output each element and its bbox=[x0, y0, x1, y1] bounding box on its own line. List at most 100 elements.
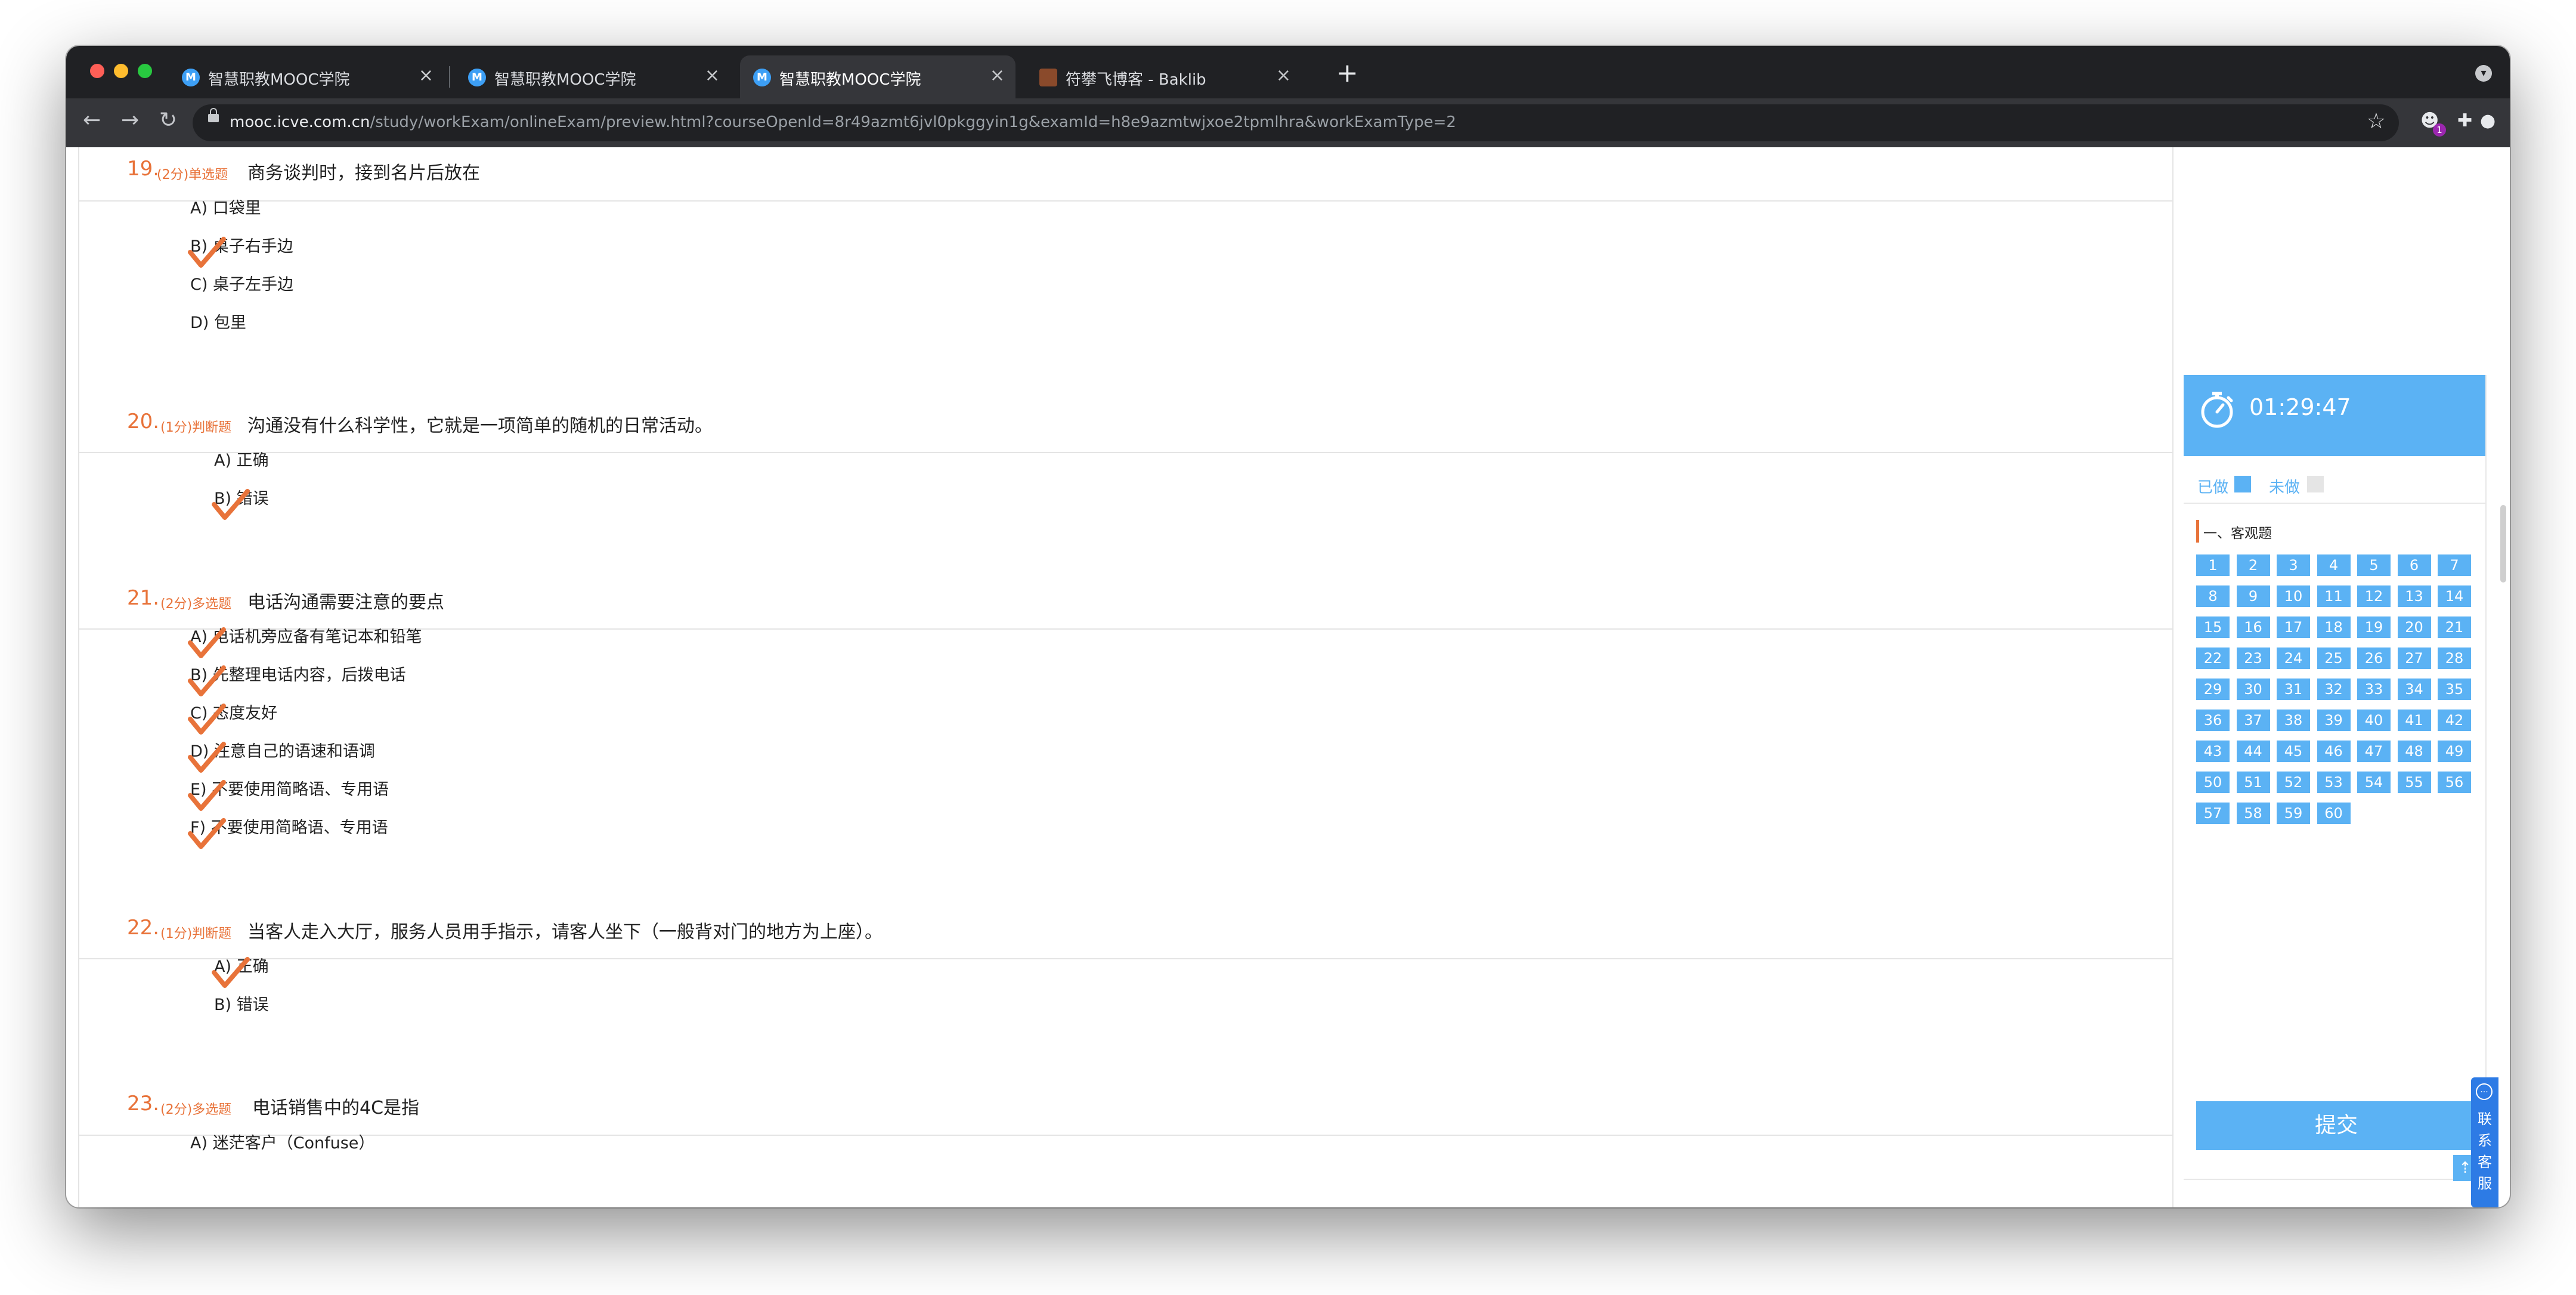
question-jump-button[interactable]: 34 bbox=[2397, 679, 2431, 700]
question-jump-button[interactable]: 57 bbox=[2196, 803, 2230, 824]
browser-tab[interactable]: M 智慧职教MOOC学院 × bbox=[455, 55, 730, 98]
question-jump-button[interactable]: 43 bbox=[2196, 741, 2230, 762]
question-jump-button[interactable]: 56 bbox=[2438, 772, 2471, 793]
question-jump-button[interactable]: 53 bbox=[2317, 772, 2351, 793]
question-jump-button[interactable]: 48 bbox=[2397, 741, 2431, 762]
reload-icon[interactable]: ↻ bbox=[159, 108, 177, 132]
close-tab-icon[interactable]: × bbox=[419, 65, 434, 86]
question-jump-button[interactable]: 54 bbox=[2357, 772, 2391, 793]
question-jump-button[interactable]: 39 bbox=[2317, 710, 2351, 731]
answer-option[interactable]: A) 口袋里 bbox=[190, 195, 261, 218]
question-type: 判断题 bbox=[192, 927, 232, 941]
question-jump-button[interactable]: 26 bbox=[2357, 648, 2391, 669]
back-arrow-icon[interactable]: ← bbox=[83, 108, 101, 132]
question-jump-button[interactable]: 5 bbox=[2357, 554, 2391, 576]
question-jump-button[interactable]: 55 bbox=[2397, 772, 2431, 793]
zoom-window-button[interactable] bbox=[138, 64, 152, 78]
question-jump-button[interactable]: 59 bbox=[2277, 803, 2310, 824]
question-jump-button[interactable]: 19 bbox=[2357, 616, 2391, 638]
puzzle-extensions-icon[interactable]: ✚ bbox=[2457, 110, 2472, 131]
question-jump-button[interactable]: 44 bbox=[2236, 741, 2270, 762]
question-jump-button[interactable]: 1 bbox=[2196, 554, 2230, 576]
bookmark-star-icon[interactable]: ☆ bbox=[2367, 109, 2386, 134]
question-jump-button[interactable]: 18 bbox=[2317, 616, 2351, 638]
answer-option[interactable]: B) 错误 bbox=[214, 992, 269, 1015]
answer-option[interactable]: D) 包里 bbox=[190, 309, 246, 333]
close-window-button[interactable] bbox=[90, 64, 104, 78]
question-meta: (2分)多选题 bbox=[160, 1099, 231, 1118]
question-jump-button[interactable]: 16 bbox=[2236, 616, 2270, 638]
question-number: 23. bbox=[127, 1092, 160, 1116]
browser-tab[interactable]: 符攀飞博客 - Baklib × bbox=[1026, 55, 1302, 98]
close-tab-icon[interactable]: × bbox=[705, 65, 720, 86]
url-text[interactable]: mooc.icve.com.cn/study/workExam/onlineEx… bbox=[230, 113, 1456, 131]
browser-tab[interactable]: M 智慧职教MOOC学院 × bbox=[740, 55, 1015, 98]
close-tab-icon[interactable]: × bbox=[1276, 65, 1291, 86]
question-jump-button[interactable]: 42 bbox=[2438, 710, 2471, 731]
question-jump-button[interactable]: 41 bbox=[2397, 710, 2431, 731]
question-jump-button[interactable]: 10 bbox=[2277, 585, 2310, 607]
question-jump-button[interactable]: 51 bbox=[2236, 772, 2270, 793]
question-jump-button[interactable]: 36 bbox=[2196, 710, 2230, 731]
question-jump-button[interactable]: 17 bbox=[2277, 616, 2310, 638]
customer-service-tab[interactable]: ··· 联系客服 bbox=[2471, 1077, 2498, 1207]
question-jump-button[interactable]: 25 bbox=[2317, 648, 2351, 669]
question-jump-button[interactable]: 7 bbox=[2438, 554, 2471, 576]
question-jump-button[interactable]: 50 bbox=[2196, 772, 2230, 793]
question-jump-button[interactable]: 45 bbox=[2277, 741, 2310, 762]
answer-option[interactable]: A) 迷茫客户（Confuse） bbox=[190, 1130, 374, 1153]
question-meta: (2分)单选题 bbox=[157, 164, 228, 183]
question-jump-button[interactable]: 27 bbox=[2397, 648, 2431, 669]
close-tab-icon[interactable]: × bbox=[990, 65, 1005, 86]
question-jump-button[interactable]: 6 bbox=[2397, 554, 2431, 576]
browser-tab[interactable]: M 智慧职教MOOC学院 × bbox=[169, 55, 444, 98]
question-number: 20. bbox=[127, 410, 160, 433]
question-jump-button[interactable]: 58 bbox=[2236, 803, 2270, 824]
more-menu-icon[interactable]: ⋮ bbox=[2503, 110, 2510, 131]
question-jump-button[interactable]: 60 bbox=[2317, 803, 2351, 824]
page-scrollbar[interactable] bbox=[2500, 505, 2506, 583]
tab-search-icon[interactable]: ▾ bbox=[2475, 65, 2492, 82]
question-jump-button[interactable]: 32 bbox=[2317, 679, 2351, 700]
question-jump-button[interactable]: 9 bbox=[2236, 585, 2270, 607]
question-text: 当客人走入大厅，服务人员用手指示，请客人坐下（一般背对门的地方为上座）。 bbox=[247, 922, 883, 943]
profile-icon[interactable]: ● bbox=[2480, 110, 2496, 131]
question-jump-button[interactable]: 12 bbox=[2357, 585, 2391, 607]
question-jump-button[interactable]: 35 bbox=[2438, 679, 2471, 700]
minimize-window-button[interactable] bbox=[114, 64, 128, 78]
question-jump-button[interactable]: 37 bbox=[2236, 710, 2270, 731]
question-jump-button[interactable]: 23 bbox=[2236, 648, 2270, 669]
question-jump-button[interactable]: 38 bbox=[2277, 710, 2310, 731]
question-jump-button[interactable]: 8 bbox=[2196, 585, 2230, 607]
customer-service-label: 联系客服 bbox=[2478, 1111, 2492, 1192]
question-jump-button[interactable]: 40 bbox=[2357, 710, 2391, 731]
question-jump-button[interactable]: 20 bbox=[2397, 616, 2431, 638]
question-type: 多选题 bbox=[192, 597, 232, 612]
question-jump-button[interactable]: 33 bbox=[2357, 679, 2391, 700]
question-jump-button[interactable]: 31 bbox=[2277, 679, 2310, 700]
submit-button[interactable]: 提交 bbox=[2196, 1101, 2476, 1150]
question-jump-button[interactable]: 3 bbox=[2277, 554, 2310, 576]
question-jump-button[interactable]: 47 bbox=[2357, 741, 2391, 762]
forward-arrow-icon[interactable]: → bbox=[121, 108, 139, 132]
address-bar[interactable]: mooc.icve.com.cn/study/workExam/onlineEx… bbox=[193, 104, 2399, 141]
question-jump-button[interactable]: 15 bbox=[2196, 616, 2230, 638]
question-jump-button[interactable]: 22 bbox=[2196, 648, 2230, 669]
tab-title: 符攀飞博客 - Baklib bbox=[1066, 71, 1206, 89]
question-jump-button[interactable]: 28 bbox=[2438, 648, 2471, 669]
answer-option[interactable]: C) 桌子左手边 bbox=[190, 271, 293, 295]
question-jump-button[interactable]: 24 bbox=[2277, 648, 2310, 669]
question-jump-button[interactable]: 21 bbox=[2438, 616, 2471, 638]
question-jump-button[interactable]: 14 bbox=[2438, 585, 2471, 607]
question-jump-button[interactable]: 49 bbox=[2438, 741, 2471, 762]
question-jump-button[interactable]: 13 bbox=[2397, 585, 2431, 607]
question-jump-button[interactable]: 52 bbox=[2277, 772, 2310, 793]
question-jump-button[interactable]: 29 bbox=[2196, 679, 2230, 700]
question-jump-button[interactable]: 11 bbox=[2317, 585, 2351, 607]
question-jump-button[interactable]: 46 bbox=[2317, 741, 2351, 762]
question-jump-button[interactable]: 2 bbox=[2236, 554, 2270, 576]
new-tab-button[interactable]: + bbox=[1336, 58, 1358, 88]
answer-option[interactable]: A) 正确 bbox=[214, 447, 269, 470]
question-jump-button[interactable]: 30 bbox=[2236, 679, 2270, 700]
question-jump-button[interactable]: 4 bbox=[2317, 554, 2351, 576]
